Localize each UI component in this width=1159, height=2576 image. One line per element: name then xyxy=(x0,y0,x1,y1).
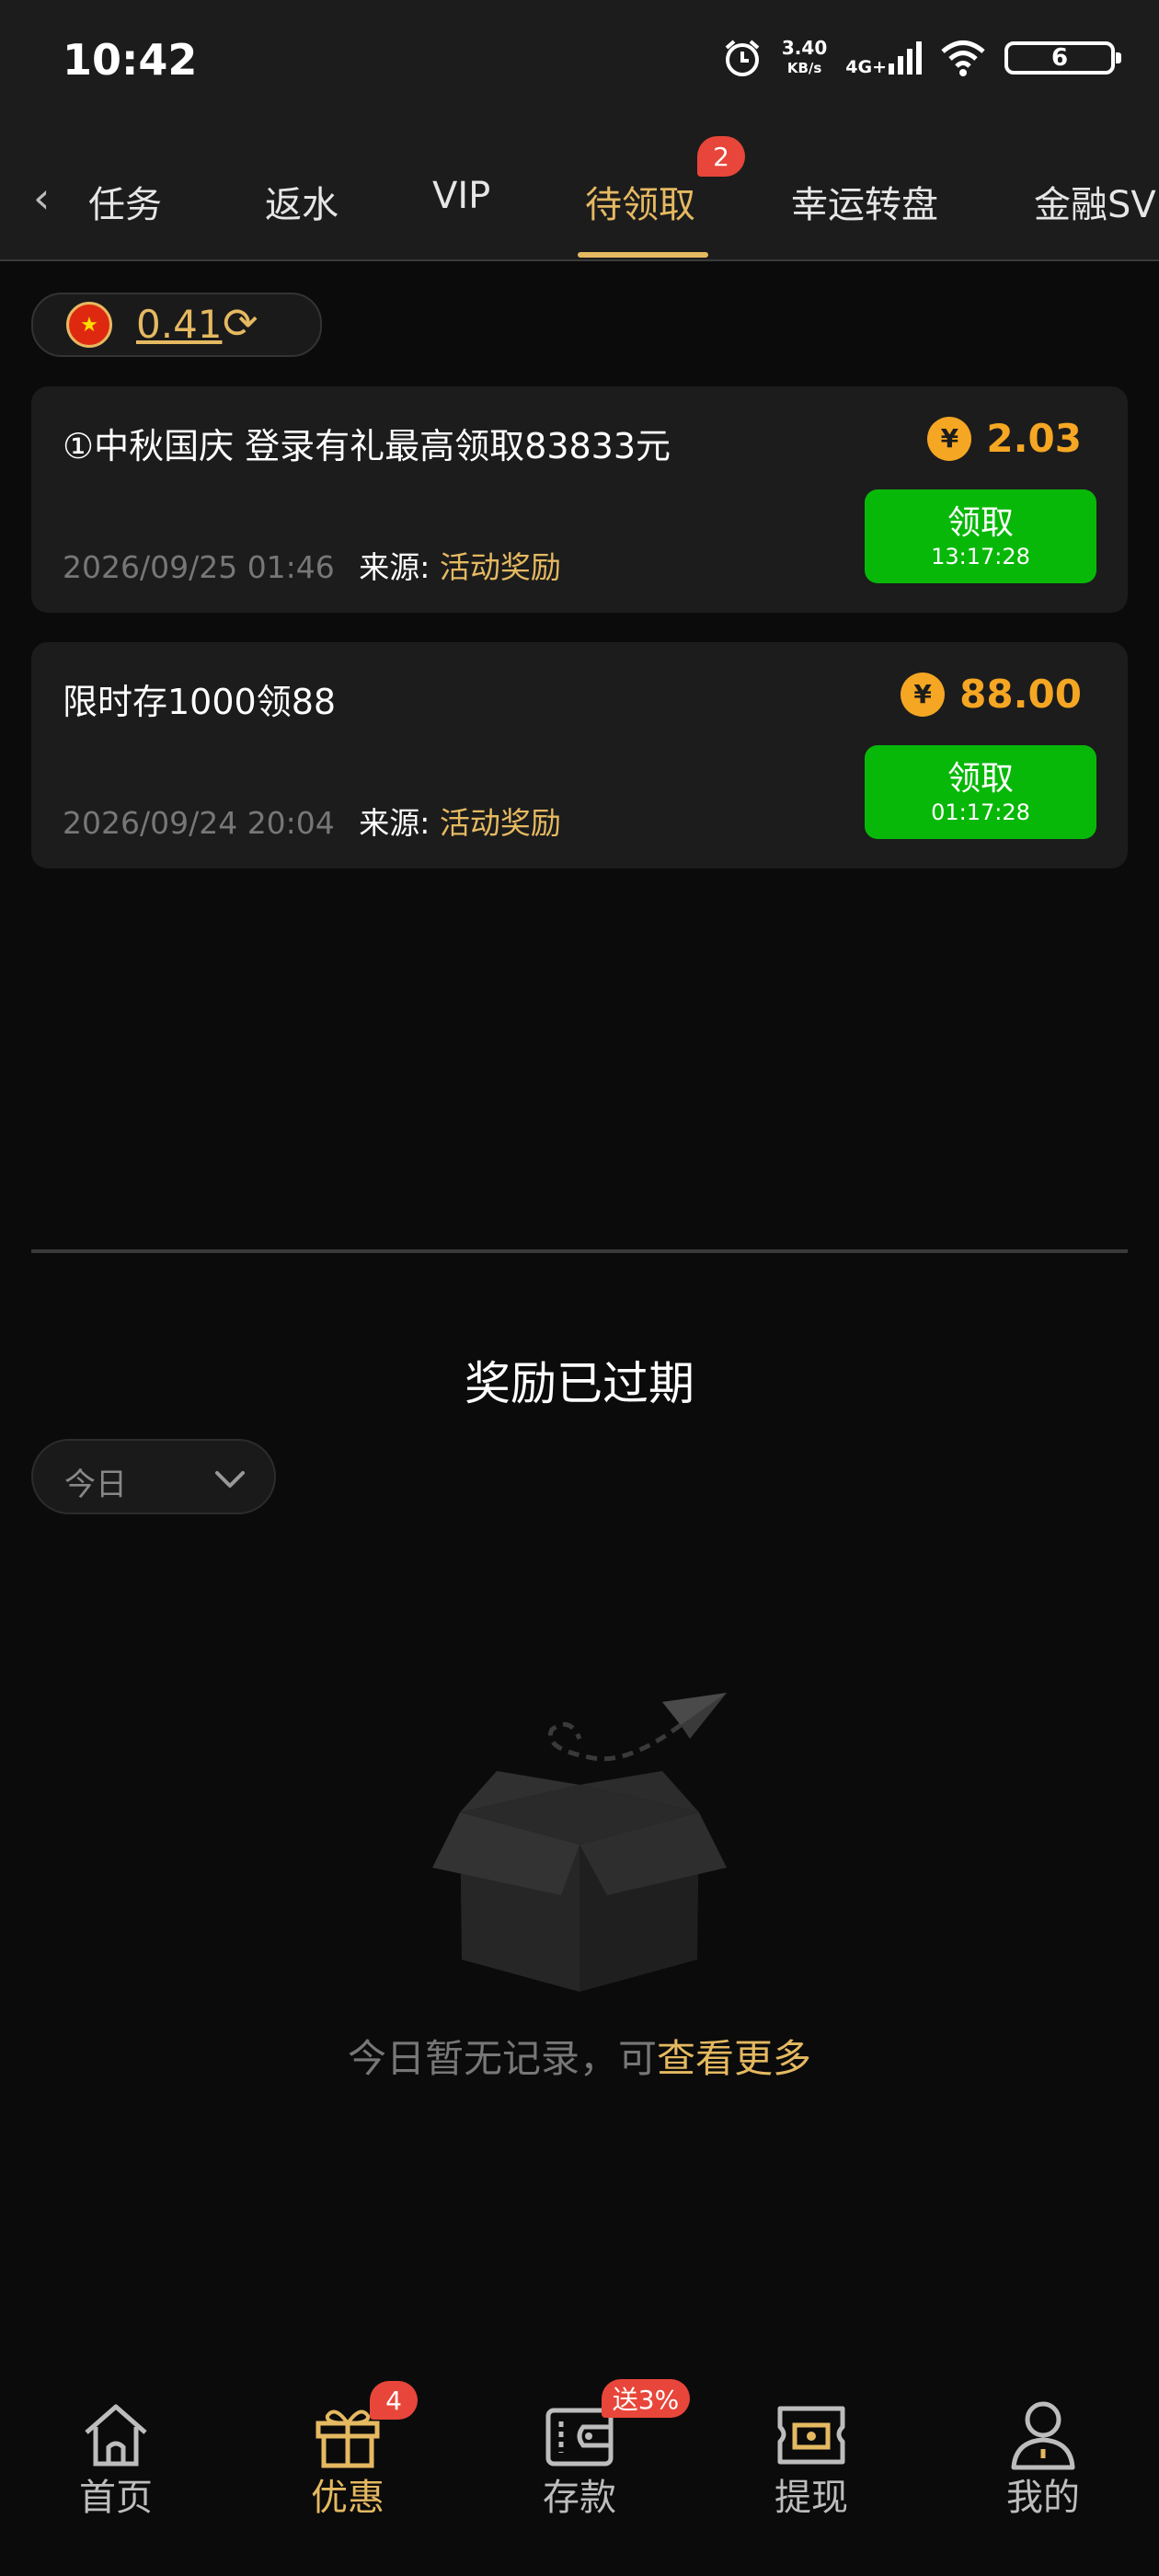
reward-amount-group: ¥ 88.00 xyxy=(901,672,1082,717)
promotions-badge: 4 xyxy=(370,2381,418,2420)
empty-state-text: 今日暂无记录，可查看更多 xyxy=(0,2028,1159,2084)
balance-amount[interactable]: 0.41 xyxy=(136,302,223,347)
status-icons: 3.40 KB/s 4G+ 6 xyxy=(721,37,1121,79)
reward-source-value: 活动奖励 xyxy=(439,549,561,585)
nav-profile-label: 我的 xyxy=(1006,2477,1080,2519)
claim-label: 领取 xyxy=(947,760,1014,798)
network-speed: 3.40 KB/s xyxy=(782,38,827,78)
status-time: 10:42 xyxy=(63,35,198,85)
claim-countdown: 01:17:28 xyxy=(931,799,1030,825)
reward-source-label: 来源: xyxy=(359,805,430,841)
tab-tasks[interactable]: 任务 xyxy=(88,175,162,228)
nav-deposit-label: 存款 xyxy=(543,2477,616,2519)
tab-finance-svip[interactable]: 金融SVIP xyxy=(1034,175,1159,228)
date-filter-select[interactable]: 今日 xyxy=(31,1439,276,1514)
speed-value: 3.40 xyxy=(781,37,828,59)
empty-message: 今日暂无记录，可 xyxy=(347,2036,657,2081)
tab-rebate[interactable]: 返水 xyxy=(265,175,339,228)
balance-pill: ★ 0.41 ⟳ xyxy=(31,293,322,357)
nav-promotions-label: 优惠 xyxy=(311,2477,384,2519)
signal-icon xyxy=(889,41,922,75)
wifi-icon xyxy=(941,40,985,76)
reward-amount: 2.03 xyxy=(986,416,1082,461)
chevron-left-icon[interactable]: ‹ xyxy=(33,173,50,223)
reward-date: 2026/09/24 20:04 xyxy=(63,805,335,841)
claim-label: 领取 xyxy=(947,504,1014,542)
deposit-bonus-badge: 送3% xyxy=(602,2379,690,2418)
refresh-icon[interactable]: ⟳ xyxy=(223,298,258,348)
claim-button[interactable]: 领取 01:17:28 xyxy=(865,745,1096,839)
nav-deposit[interactable]: 存款 送3% xyxy=(464,2352,695,2576)
speed-unit: KB/s xyxy=(786,60,822,76)
tab-pending[interactable]: 待领取 xyxy=(585,175,695,228)
expired-section-title: 奖励已过期 xyxy=(465,1357,694,1410)
empty-box-illustration xyxy=(432,1693,727,1992)
reward-source-value: 活动奖励 xyxy=(439,805,561,841)
tab-vip[interactable]: VIP xyxy=(432,175,490,217)
tab-lucky-wheel[interactable]: 幸运转盘 xyxy=(791,175,938,228)
active-tab-indicator xyxy=(578,252,708,258)
view-more-link[interactable]: 查看更多 xyxy=(657,2036,811,2081)
nav-withdraw-label: 提现 xyxy=(775,2477,848,2519)
reward-amount: 88.00 xyxy=(959,672,1082,717)
reward-card: 限时存1000领88 ¥ 88.00 2026/09/24 20:04 来源: … xyxy=(31,642,1128,868)
reward-meta: 2026/09/25 01:46 来源: 活动奖励 xyxy=(63,543,561,587)
home-icon xyxy=(85,2404,147,2467)
cell-signal: 4G+ xyxy=(845,40,922,76)
nav-promotions[interactable]: 优惠 4 xyxy=(232,2352,464,2576)
claim-countdown: 13:17:28 xyxy=(931,544,1030,569)
claim-button[interactable]: 领取 13:17:28 xyxy=(865,489,1096,583)
reward-card: ①中秋国庆 登录有礼最高领取83833元 ¥ 2.03 2026/09/25 0… xyxy=(31,386,1128,613)
nav-home[interactable]: 首页 xyxy=(0,2352,232,2576)
nav-home-label: 首页 xyxy=(79,2477,153,2519)
reward-amount-group: ¥ 2.03 xyxy=(927,416,1082,461)
yen-coin-icon: ¥ xyxy=(927,416,972,461)
chevron-down-icon xyxy=(215,1471,245,1488)
nav-profile[interactable]: 我的 xyxy=(927,2352,1159,2576)
section-divider xyxy=(31,1249,1128,1253)
nav-withdraw[interactable]: 提现 xyxy=(695,2352,927,2576)
tab-pending-badge: 2 xyxy=(697,136,745,177)
reward-title: 限时存1000领88 xyxy=(63,682,337,722)
withdraw-icon xyxy=(777,2406,845,2465)
yen-coin-icon: ¥ xyxy=(901,672,946,717)
reward-date: 2026/09/25 01:46 xyxy=(63,549,335,585)
date-filter-value: 今日 xyxy=(64,1466,127,1503)
network-type: 4G+ xyxy=(845,57,887,77)
status-bar: 10:42 3.40 KB/s 4G+ 6 xyxy=(0,0,1159,129)
tab-bar: ‹ 任务 返水 VIP 待领取 幸运转盘 金融SVIP xyxy=(0,129,1159,261)
bottom-navigation: 首页 优惠 4 存款 送3% 提现 我的 xyxy=(0,2352,1159,2576)
china-flag-icon: ★ xyxy=(66,302,112,348)
alarm-icon xyxy=(725,40,760,76)
battery-indicator: 6 xyxy=(1004,41,1121,75)
reward-source-label: 来源: xyxy=(359,549,430,585)
reward-title: ①中秋国庆 登录有礼最高领取83833元 xyxy=(63,426,671,466)
user-icon xyxy=(1011,2401,1075,2470)
reward-meta: 2026/09/24 20:04 来源: 活动奖励 xyxy=(63,799,561,843)
